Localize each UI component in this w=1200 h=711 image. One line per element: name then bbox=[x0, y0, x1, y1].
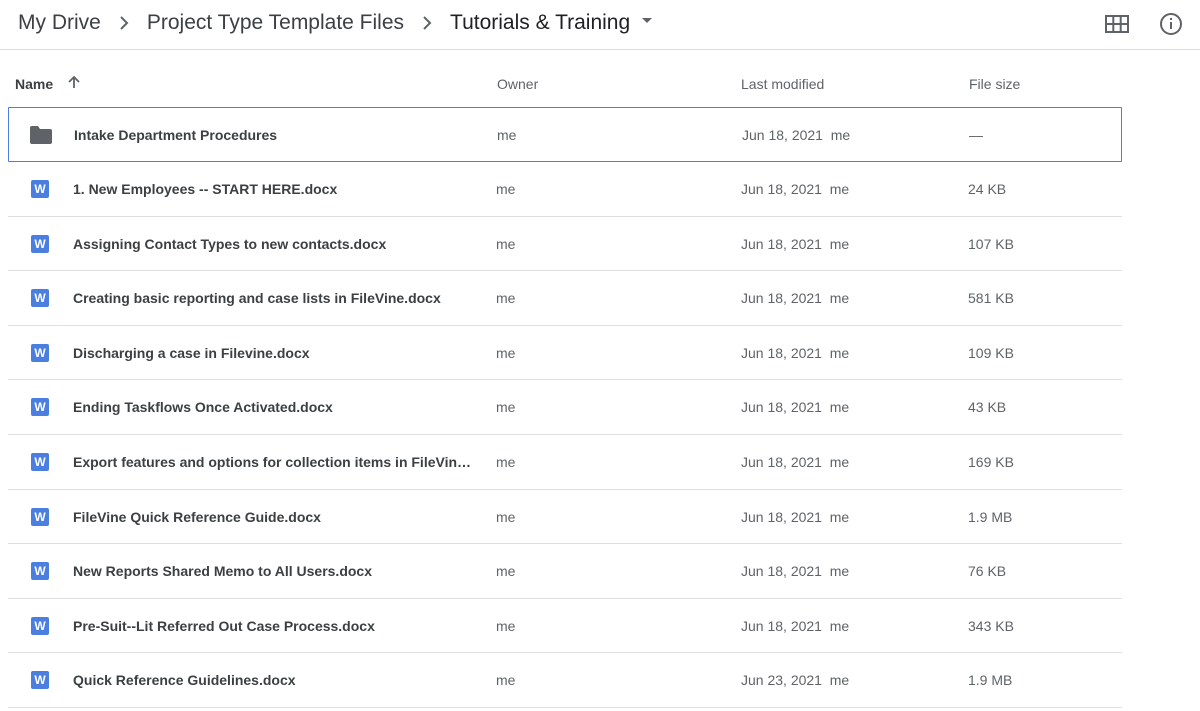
file-size: 1.9 MB bbox=[968, 508, 1013, 525]
file-name: Quick Reference Guidelines.docx bbox=[73, 672, 296, 689]
word-doc-icon: W bbox=[30, 179, 50, 199]
top-bar: My Drive Project Type Template Files Tut… bbox=[0, 0, 1200, 50]
file-row[interactable]: W FileVine Quick Reference Guide.docx me Ju… bbox=[8, 490, 1122, 545]
word-letter: W bbox=[31, 452, 49, 471]
file-size: 109 KB bbox=[968, 344, 1014, 361]
file-row[interactable]: W 1. New Employees -- START HERE.docx me Ju… bbox=[8, 162, 1122, 217]
word-letter: W bbox=[31, 671, 49, 690]
file-name: New Reports Shared Memo to All Users.doc… bbox=[73, 563, 372, 580]
column-header-row: Name Owner Last modified File size bbox=[0, 52, 1200, 104]
column-header-last-modified[interactable]: Last modified bbox=[741, 76, 824, 92]
file-last-modified: Jun 18, 2021 me bbox=[741, 290, 850, 307]
file-last-modified: Jun 18, 2021 me bbox=[741, 399, 850, 416]
file-size: 581 KB bbox=[968, 290, 1014, 307]
file-row[interactable]: W Ending Taskflows Once Activated.docx me J… bbox=[8, 380, 1122, 435]
word-doc-icon: W bbox=[30, 452, 50, 472]
file-owner: me bbox=[496, 617, 516, 634]
column-header-owner[interactable]: Owner bbox=[497, 76, 538, 92]
word-doc-icon: W bbox=[30, 616, 50, 636]
word-letter: W bbox=[31, 507, 49, 526]
file-row[interactable]: W Creating basic reporting and case lists… bbox=[8, 271, 1122, 326]
word-letter: W bbox=[31, 343, 49, 362]
file-owner: me bbox=[496, 181, 516, 197]
chevron-right-icon bbox=[101, 11, 147, 35]
file-size: 107 KB bbox=[968, 235, 1014, 252]
file-last-modified: Jun 18, 2021 me bbox=[741, 235, 850, 252]
dropdown-arrow-icon[interactable] bbox=[642, 17, 653, 23]
file-name: Creating basic reporting and case lists … bbox=[73, 290, 441, 307]
word-doc-icon: W bbox=[30, 507, 50, 527]
file-row[interactable]: W Pre-Suit--Lit Referred Out Case Process… bbox=[8, 599, 1122, 654]
word-doc-icon: W bbox=[30, 670, 50, 690]
sort-ascending-icon[interactable] bbox=[66, 74, 82, 93]
breadcrumb: My Drive Project Type Template Files Tut… bbox=[18, 10, 653, 36]
word-doc-icon: W bbox=[30, 234, 50, 254]
file-last-modified: Jun 23, 2021 me bbox=[741, 672, 850, 689]
file-row[interactable]: W Discharging a case in Filevine.docx me Ju… bbox=[8, 326, 1122, 381]
word-doc-icon: W bbox=[30, 397, 50, 417]
file-last-modified: Jun 18, 2021 me bbox=[741, 181, 850, 197]
file-size: — bbox=[969, 127, 983, 143]
word-doc-icon: W bbox=[30, 343, 50, 363]
column-header-name[interactable]: Name bbox=[15, 76, 53, 92]
folder-icon bbox=[30, 125, 52, 145]
file-last-modified: Jun 18, 2021 me bbox=[741, 617, 850, 634]
file-row[interactable]: W Export features and options for collect… bbox=[8, 435, 1122, 490]
file-owner: me bbox=[496, 290, 516, 307]
file-last-modified: Jun 18, 2021 me bbox=[741, 453, 850, 470]
word-letter: W bbox=[31, 234, 49, 253]
word-doc-icon: W bbox=[30, 561, 50, 581]
file-name: FileVine Quick Reference Guide.docx bbox=[73, 508, 321, 525]
file-row[interactable]: W Assigning Contact Types to new contacts… bbox=[8, 217, 1122, 272]
file-size: 169 KB bbox=[968, 453, 1014, 470]
info-icon[interactable] bbox=[1158, 11, 1184, 37]
word-letter: W bbox=[31, 398, 49, 417]
file-size: 1.9 MB bbox=[968, 672, 1013, 689]
file-owner: me bbox=[496, 563, 516, 580]
file-owner: me bbox=[496, 344, 516, 361]
word-letter: W bbox=[31, 289, 49, 308]
file-size: 76 KB bbox=[968, 563, 1007, 580]
file-name: Intake Department Procedures bbox=[74, 127, 278, 143]
file-last-modified: Jun 18, 2021 me bbox=[741, 344, 850, 361]
file-name: Export features and options for collecti… bbox=[73, 453, 473, 470]
file-name: 1. New Employees -- START HERE.docx bbox=[73, 181, 338, 197]
file-owner: me bbox=[496, 235, 516, 252]
column-header-file-size[interactable]: File size bbox=[969, 76, 1020, 92]
file-size: 24 KB bbox=[968, 181, 1007, 197]
breadcrumb-project-type-template-files[interactable]: Project Type Template Files bbox=[147, 11, 404, 35]
file-list: Intake Department Procedures me Jun 18, 20… bbox=[8, 107, 1122, 708]
grid-view-icon[interactable] bbox=[1104, 11, 1130, 37]
word-letter: W bbox=[31, 562, 49, 581]
chevron-right-icon bbox=[404, 11, 450, 35]
file-last-modified: Jun 18, 2021 me bbox=[741, 508, 850, 525]
file-owner: me bbox=[496, 399, 516, 416]
file-owner: me bbox=[497, 127, 517, 143]
word-letter: W bbox=[31, 616, 49, 635]
file-owner: me bbox=[496, 672, 516, 689]
file-name: Ending Taskflows Once Activated.docx bbox=[73, 399, 333, 416]
breadcrumb-my-drive[interactable]: My Drive bbox=[18, 11, 101, 35]
file-owner: me bbox=[496, 453, 516, 470]
file-row[interactable]: W Quick Reference Guidelines.docx me Jun 23… bbox=[8, 653, 1122, 708]
file-size: 43 KB bbox=[968, 399, 1007, 416]
file-name: Discharging a case in Filevine.docx bbox=[73, 344, 310, 361]
file-last-modified: Jun 18, 2021 me bbox=[742, 127, 851, 143]
file-size: 343 KB bbox=[968, 617, 1014, 634]
file-name: Pre-Suit--Lit Referred Out Case Process.… bbox=[73, 617, 375, 634]
file-row[interactable]: W New Reports Shared Memo to All Users.do… bbox=[8, 544, 1122, 599]
file-name: Assigning Contact Types to new contacts.… bbox=[73, 235, 387, 252]
word-letter: W bbox=[31, 180, 49, 198]
breadcrumb-current-folder[interactable]: Tutorials & Training bbox=[450, 11, 630, 35]
word-doc-icon: W bbox=[30, 288, 50, 308]
file-last-modified: Jun 18, 2021 me bbox=[741, 563, 850, 580]
file-owner: me bbox=[496, 508, 516, 525]
folder-row[interactable]: Intake Department Procedures me Jun 18, 20… bbox=[8, 107, 1122, 162]
